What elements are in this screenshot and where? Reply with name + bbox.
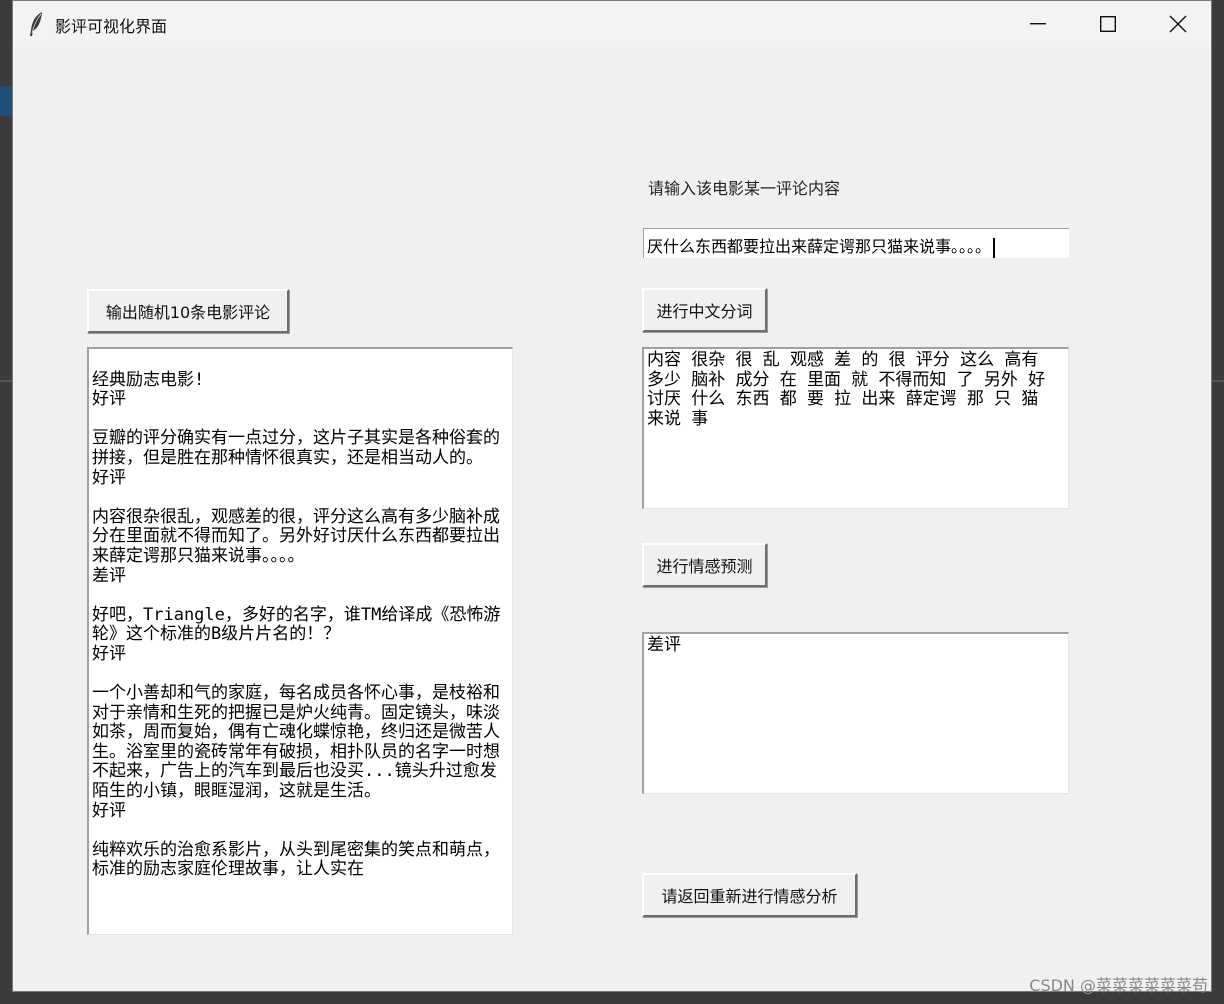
reset-analysis-button[interactable]: 请返回重新进行情感分析 xyxy=(642,873,857,917)
sentiment-predict-button[interactable]: 进行情感预测 xyxy=(642,543,767,587)
text-caret xyxy=(993,237,996,258)
sentiment-output-textbox[interactable]: 差评 xyxy=(642,632,1069,794)
segment-button[interactable]: 进行中文分词 xyxy=(642,288,767,332)
comment-input-value: 厌什么东西都要拉出来薛定谔那只猫来说事。。。。 xyxy=(647,237,992,256)
random-reviews-button[interactable]: 输出随机10条电影评论 xyxy=(87,289,289,333)
background-editor-tab xyxy=(0,86,12,116)
background-divider xyxy=(1212,380,1224,382)
close-icon xyxy=(1169,15,1187,33)
app-window: 影评可视化界面 输出随机10条电影评论 经典励志电影! 好评 豆瓣的评分确实有一… xyxy=(12,0,1212,992)
minimize-button[interactable] xyxy=(1003,1,1073,47)
reviews-textbox[interactable]: 经典励志电影! 好评 豆瓣的评分确实有一点过分，这片子其实是各种俗套的拼接，但是… xyxy=(87,347,513,935)
title-bar[interactable]: 影评可视化界面 xyxy=(13,1,1211,47)
comment-prompt-label: 请输入该电影某一评论内容 xyxy=(648,179,841,198)
maximize-icon xyxy=(1100,16,1116,32)
minimize-icon xyxy=(1030,23,1046,25)
background-divider xyxy=(0,380,12,382)
maximize-button[interactable] xyxy=(1073,1,1143,47)
comment-input[interactable]: 厌什么东西都要拉出来薛定谔那只猫来说事。。。。 xyxy=(643,228,1069,258)
window-title: 影评可视化界面 xyxy=(55,17,168,36)
watermark: CSDN @菜菜菜菜菜菜苟 xyxy=(1029,976,1208,995)
feather-icon xyxy=(30,12,42,36)
close-button[interactable] xyxy=(1143,1,1213,47)
segment-output-textbox[interactable]: 内容 很杂 很 乱 观感 差 的 很 评分 这么 高有 多少 脑补 成分 在 里… xyxy=(642,347,1069,509)
